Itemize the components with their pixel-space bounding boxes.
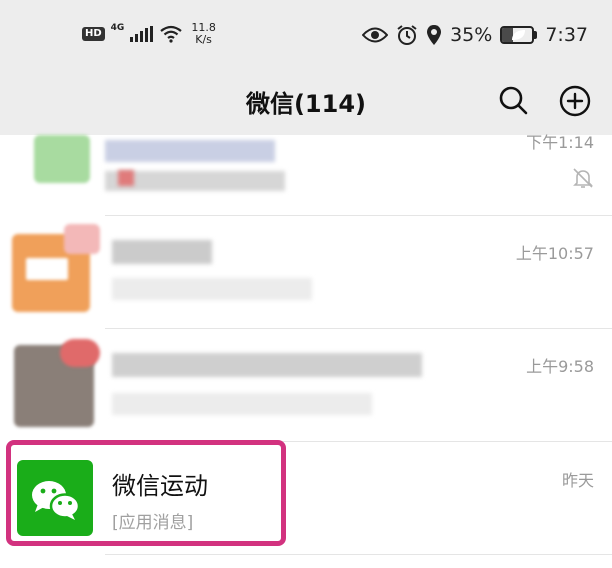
chat-time: 昨天: [561, 471, 594, 490]
status-right: 35% 7:37: [362, 24, 588, 46]
speed-unit: K/s: [195, 33, 212, 46]
mute-bell-icon: [573, 168, 593, 188]
alarm-icon: [397, 25, 417, 45]
signal-icon: [130, 26, 154, 42]
chat-time: 下午1:14: [526, 133, 594, 152]
highlight-box: [6, 440, 286, 546]
redacted-message: [112, 278, 312, 300]
redacted-name: [112, 353, 422, 377]
avatar: [34, 135, 90, 183]
chat-time: 上午10:57: [515, 244, 594, 263]
chat-item[interactable]: 下午1:14: [0, 133, 612, 215]
hd-badge: HD: [82, 27, 105, 41]
chat-item[interactable]: 上午10:57: [0, 216, 612, 328]
eye-icon: [362, 27, 389, 43]
wifi-icon: [160, 25, 183, 43]
leaf-icon: [512, 30, 526, 40]
redacted-message: [112, 393, 372, 415]
status-left: HD 4G 11.8 K/s: [82, 22, 216, 46]
status-bar: HD 4G 11.8 K/s 35% 7:37: [0, 0, 612, 70]
network-speed: 11.8 K/s: [191, 22, 216, 46]
redacted-name: [105, 140, 275, 162]
app-header: 微信(114): [0, 70, 612, 135]
location-icon: [427, 25, 442, 45]
chat-time: 上午9:58: [526, 357, 594, 376]
redacted-mark: [118, 170, 134, 186]
battery-percent: 35%: [450, 24, 493, 46]
add-circle-icon[interactable]: [558, 84, 592, 118]
clock-time: 7:37: [545, 24, 588, 46]
divider: [105, 554, 612, 555]
battery-icon: [500, 26, 538, 44]
network-type: 4G: [110, 23, 125, 33]
redacted-name: [112, 240, 212, 264]
search-icon[interactable]: [497, 84, 529, 116]
chat-item[interactable]: 上午9:58: [0, 329, 612, 441]
